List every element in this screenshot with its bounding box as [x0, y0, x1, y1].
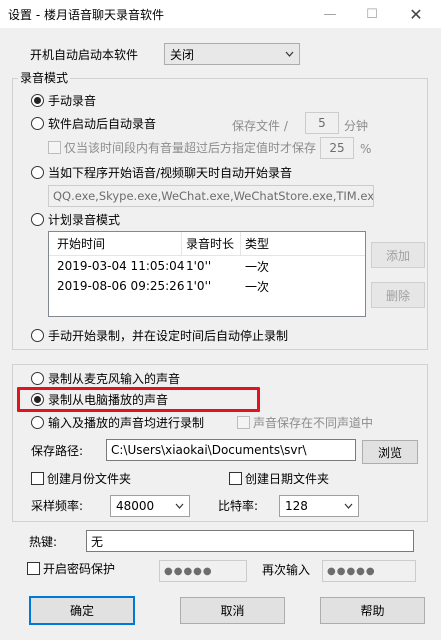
ok-button[interactable]: 确定: [29, 596, 135, 625]
when-program-chat-label: 当如下程序开始语音/视频聊天时自动开始录音: [48, 166, 293, 180]
radio-when-program-chat[interactable]: [31, 166, 44, 179]
radio-auto-after-start[interactable]: [31, 117, 44, 130]
radio-manual-record[interactable]: [31, 94, 44, 107]
close-button[interactable]: ✕: [394, 0, 438, 28]
checkbox-daily-folder[interactable]: [229, 472, 242, 485]
delete-schedule-button[interactable]: 删除: [371, 282, 425, 308]
hotkey-input[interactable]: 无: [86, 530, 414, 552]
checkbox-password-protect[interactable]: [27, 562, 40, 575]
bitrate-label: 比特率:: [218, 499, 259, 513]
header-type[interactable]: 类型: [241, 235, 301, 252]
volume-threshold-input[interactable]: 25: [320, 137, 354, 159]
autostart-label: 开机自动启动本软件: [30, 48, 139, 62]
schedule-list-header: 开始时间 录音时长 类型: [49, 231, 365, 256]
radio-record-speaker[interactable]: [31, 393, 44, 406]
record-mode-title: 录音模式: [18, 71, 71, 85]
save-path-label: 保存路径:: [31, 444, 84, 458]
chevron-down-icon: [285, 48, 294, 60]
chevron-down-icon: [175, 500, 184, 512]
save-file-label: 保存文件 /: [232, 119, 288, 133]
table-row[interactable]: 2019-08-06 09:25:26 1'0'' 一次: [49, 276, 365, 296]
manual-record-label: 手动录音: [48, 94, 97, 108]
radio-record-both[interactable]: [31, 416, 44, 429]
sample-rate-label: 采样频率:: [31, 499, 84, 513]
schedule-list[interactable]: 开始时间 录音时长 类型 2019-03-04 11:05:04 1'0'' 一…: [48, 231, 366, 317]
password-protect-label: 开启密码保护: [43, 562, 116, 576]
title-bar: 设置 - 楼月语音聊天录音软件 — ☐ ✕: [0, 0, 441, 28]
browse-button[interactable]: 浏览: [362, 440, 418, 464]
repeat-password-input[interactable]: ●●●●●: [322, 560, 416, 582]
table-row[interactable]: 2019-03-04 11:05:04 1'0'' 一次: [49, 256, 365, 276]
program-list-input[interactable]: QQ.exe,Skype.exe,WeChat.exe,WeChatStore.…: [48, 185, 374, 207]
close-icon: ✕: [409, 4, 423, 24]
maximize-button[interactable]: ☐: [350, 0, 394, 28]
separate-channels-label: 声音保存在不同声道中: [253, 416, 374, 430]
minimize-button[interactable]: —: [308, 0, 352, 28]
autostart-value: 关闭: [170, 47, 195, 62]
manual-timed-stop-label: 手动开始录制，并在设定时间后自动停止录制: [48, 329, 289, 343]
daily-folder-label: 创建日期文件夹: [245, 472, 330, 486]
percent-unit: %: [360, 142, 372, 156]
repeat-password-label: 再次输入: [262, 563, 311, 577]
minutes-unit: 分钟: [344, 119, 369, 133]
password-input[interactable]: ●●●●●: [159, 560, 247, 582]
hotkey-label: 热键:: [29, 535, 58, 549]
checkbox-separate-channels[interactable]: [237, 416, 250, 429]
header-start-time[interactable]: 开始时间: [49, 235, 181, 252]
minimize-icon: —: [323, 6, 337, 22]
radio-scheduled[interactable]: [31, 213, 44, 226]
radio-manual-timed-stop[interactable]: [31, 329, 44, 342]
only-when-volume-label: 仅当该时间段内有音量超过后方指定值时才保存: [64, 141, 317, 155]
auto-after-start-label: 软件启动后自动录音: [48, 117, 157, 131]
autostart-select[interactable]: 关闭: [164, 43, 300, 65]
help-button[interactable]: 帮助: [320, 597, 425, 624]
window-title: 设置 - 楼月语音聊天录音软件: [8, 8, 164, 22]
checkbox-monthly-folder[interactable]: [31, 472, 44, 485]
maximize-icon: ☐: [366, 6, 378, 22]
save-file-minutes-input[interactable]: 5: [305, 112, 339, 134]
radio-record-mic[interactable]: [31, 372, 44, 385]
chevron-down-icon: [344, 500, 353, 512]
monthly-folder-label: 创建月份文件夹: [47, 472, 132, 486]
header-duration[interactable]: 录音时长: [182, 235, 240, 252]
record-both-label: 输入及播放的声音均进行录制: [48, 416, 205, 430]
record-mic-label: 录制从麦克风输入的声音: [48, 372, 181, 386]
cancel-button[interactable]: 取消: [180, 597, 285, 624]
checkbox-only-when-volume[interactable]: [48, 141, 61, 154]
save-path-input[interactable]: C:\Users\xiaokai\Documents\svr\: [106, 439, 356, 461]
scheduled-label: 计划录音模式: [48, 213, 121, 227]
bitrate-select[interactable]: 128: [279, 495, 359, 517]
sample-rate-select[interactable]: 48000: [110, 495, 190, 517]
record-speaker-label: 录制从电脑播放的声音: [48, 393, 169, 407]
add-schedule-button[interactable]: 添加: [371, 242, 425, 268]
